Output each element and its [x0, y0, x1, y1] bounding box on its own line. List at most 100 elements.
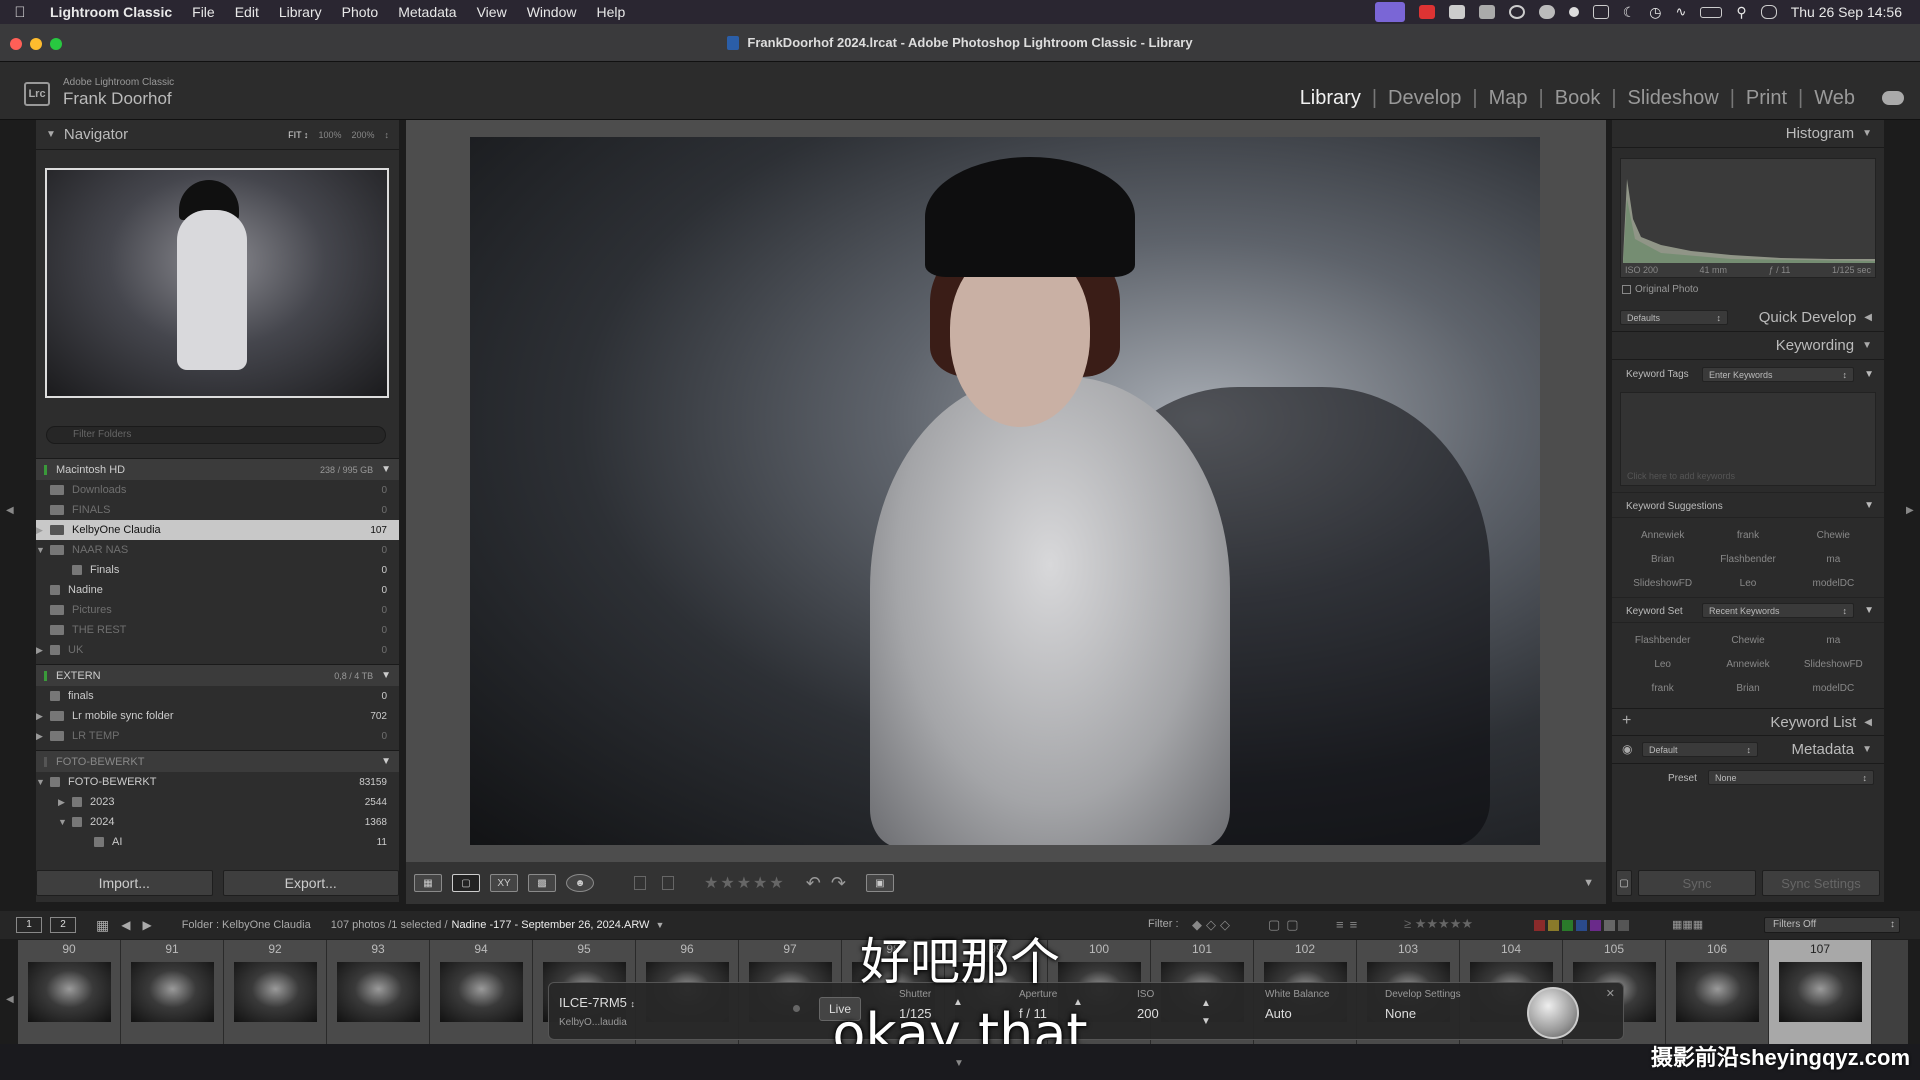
- close-window-button[interactable]: [10, 38, 22, 50]
- keyword-set-item[interactable]: Brian: [1705, 683, 1790, 694]
- suggestions-menu-icon[interactable]: ▼: [1864, 500, 1874, 511]
- keyword-set-menu-icon[interactable]: ▼: [1864, 605, 1874, 616]
- iso-stepper-icon[interactable]: ▲ ▼: [1201, 995, 1211, 1031]
- filter-lock-icon[interactable]: ▦▦▦: [1672, 918, 1703, 931]
- quick-develop-preset-select[interactable]: Defaults ↕: [1620, 310, 1728, 325]
- navigator-header[interactable]: ▼ Navigator FIT ↕ 100% 200% ↕: [36, 120, 399, 150]
- export-button[interactable]: Export...: [222, 870, 399, 896]
- keyword-set-item[interactable]: SlideshowFD: [1791, 659, 1876, 670]
- right-panel-toggle-icon[interactable]: ▶: [1906, 505, 1914, 516]
- checkbox[interactable]: [1622, 285, 1631, 294]
- zoom-100[interactable]: 100%: [318, 130, 341, 140]
- dot-icon[interactable]: [1568, 7, 1579, 17]
- people-view-icon[interactable]: ☻: [566, 874, 594, 892]
- toolbar-options-icon[interactable]: ▼: [1583, 877, 1594, 889]
- keyword-set-item[interactable]: Flashbender: [1620, 635, 1705, 646]
- sync-settings-button[interactable]: Sync Settings: [1762, 870, 1880, 896]
- quick-develop-header[interactable]: Defaults ↕ Quick Develop ◀: [1612, 304, 1884, 332]
- module-slideshow[interactable]: Slideshow: [1617, 87, 1730, 110]
- original-photo-toggle[interactable]: Original Photo: [1622, 284, 1698, 295]
- color-label-filter[interactable]: [1534, 920, 1629, 931]
- folder-row[interactable]: AI 11: [36, 832, 399, 852]
- keyword-suggestion[interactable]: Brian: [1620, 554, 1705, 565]
- keyword-set-item[interactable]: Annewiek: [1705, 659, 1790, 670]
- menu-window[interactable]: Window: [517, 4, 587, 20]
- eye-icon[interactable]: ◉: [1622, 742, 1632, 756]
- keyword-suggestion[interactable]: ma: [1791, 554, 1876, 565]
- sync-toggle-icon[interactable]: ▢: [1616, 870, 1632, 896]
- folder-row-selected[interactable]: ▶ KelbyOne Claudia 107: [36, 520, 399, 540]
- volume-macintosh-hd[interactable]: Macintosh HD 238 / 995 GB ▼: [36, 458, 399, 480]
- filmstrip-thumbnail[interactable]: 90: [18, 940, 121, 1044]
- filmstrip-thumbnail[interactable]: 93: [327, 940, 430, 1044]
- moon-icon[interactable]: ☾: [1623, 4, 1636, 21]
- keyword-suggestion[interactable]: frank: [1705, 530, 1790, 541]
- tether-camera[interactable]: ILCE-7RM5 ↕: [559, 995, 635, 1010]
- keyword-set-item[interactable]: frank: [1620, 683, 1705, 694]
- wifi-off-icon[interactable]: ∿: [1676, 4, 1687, 20]
- screen-record-icon[interactable]: [1374, 2, 1405, 22]
- white-balance-control[interactable]: White Balance Auto: [1265, 989, 1329, 1021]
- copy-filter-icon[interactable]: ≡≡: [1336, 917, 1363, 932]
- volume-menu-icon[interactable]: ▼: [381, 670, 391, 681]
- module-print[interactable]: Print: [1735, 87, 1798, 110]
- filmstrip-thumbnail[interactable]: 94: [430, 940, 533, 1044]
- module-book[interactable]: Book: [1544, 87, 1612, 110]
- battery-icon[interactable]: [1700, 6, 1723, 18]
- keyword-tags-menu-icon[interactable]: ▼: [1864, 369, 1874, 380]
- flag-pick-icon[interactable]: [634, 876, 646, 890]
- keyword-tags-select[interactable]: Enter Keywords ↕: [1702, 367, 1854, 382]
- volume-foto-bewerkt[interactable]: FOTO-BEWERKT ▼: [36, 750, 399, 772]
- keyword-suggestion[interactable]: SlideshowFD: [1620, 578, 1705, 589]
- volume-extern[interactable]: EXTERN 0,8 / 4 TB ▼: [36, 664, 399, 686]
- status-menu-icon[interactable]: [1478, 5, 1495, 19]
- edit-filter-icon[interactable]: ▢▢: [1268, 917, 1305, 933]
- filename-menu-icon[interactable]: ▼: [655, 920, 664, 930]
- metadata-view-select[interactable]: Default ↕: [1642, 742, 1758, 757]
- menu-photo[interactable]: Photo: [332, 4, 389, 20]
- keyword-set-item[interactable]: ma: [1791, 635, 1876, 646]
- filmstrip-left-icon[interactable]: ◀: [6, 994, 14, 1005]
- shutter-control[interactable]: Shutter 1/125: [899, 989, 932, 1021]
- capture-shutter-button[interactable]: [1527, 987, 1579, 1039]
- folder-path[interactable]: Folder : KelbyOne Claudia: [182, 919, 311, 931]
- grid-icon[interactable]: ▦: [96, 917, 109, 934]
- collapse-triangle-icon[interactable]: ▼: [46, 129, 56, 140]
- flag-filter-icon[interactable]: ◆◇◇: [1192, 917, 1234, 933]
- zoom-window-button[interactable]: [50, 38, 62, 50]
- screen-2-button[interactable]: 2: [50, 917, 76, 933]
- folder-row[interactable]: Downloads 0: [36, 480, 399, 500]
- main-photo[interactable]: [470, 137, 1540, 845]
- aperture-stepper-icon[interactable]: ▲: [1073, 997, 1083, 1008]
- rotate-right-icon[interactable]: ↷: [831, 873, 846, 894]
- keyword-set-item[interactable]: Leo: [1620, 659, 1705, 670]
- filmstrip-thumbnail[interactable]: 106: [1666, 940, 1769, 1044]
- sync-button[interactable]: Sync: [1638, 870, 1756, 896]
- folder-row[interactable]: finals 0: [36, 686, 399, 706]
- menu-app-name[interactable]: Lightroom Classic: [40, 4, 182, 20]
- rotate-left-icon[interactable]: ↶: [806, 873, 821, 894]
- folder-row[interactable]: FINALS 0: [36, 500, 399, 520]
- menu-help[interactable]: Help: [586, 4, 635, 20]
- add-keyword-icon[interactable]: +: [1622, 712, 1631, 730]
- menu-view[interactable]: View: [467, 4, 517, 20]
- aperture-control[interactable]: Aperture f / 11: [1019, 989, 1057, 1021]
- metadata-header[interactable]: ◉ Default ↕ Metadata ▼: [1612, 736, 1884, 764]
- compare-view-icon[interactable]: XY: [490, 874, 518, 892]
- folder-row[interactable]: ▶ 2023 2544: [36, 792, 399, 812]
- module-map[interactable]: Map: [1478, 87, 1539, 110]
- develop-settings-control[interactable]: Develop Settings None: [1385, 989, 1461, 1021]
- cloud-sync-icon[interactable]: [1882, 91, 1904, 105]
- folder-row[interactable]: ▶ LR TEMP 0: [36, 726, 399, 746]
- keyword-suggestion[interactable]: modelDC: [1791, 578, 1876, 589]
- rating-filter-icon[interactable]: ≥ ★★★★★: [1404, 916, 1473, 932]
- zoom-fit[interactable]: FIT ↕: [288, 130, 308, 140]
- folder-row[interactable]: ▼ FOTO-BEWERKT 83159: [36, 772, 399, 792]
- folder-row[interactable]: THE REST 0: [36, 620, 399, 640]
- menu-metadata[interactable]: Metadata: [388, 4, 466, 20]
- zoom-200[interactable]: 200%: [351, 130, 374, 140]
- folder-row[interactable]: Nadine 0: [36, 580, 399, 600]
- close-tether-icon[interactable]: ✕: [1606, 987, 1615, 1000]
- menu-library[interactable]: Library: [269, 4, 332, 20]
- flag-reject-icon[interactable]: [662, 876, 674, 890]
